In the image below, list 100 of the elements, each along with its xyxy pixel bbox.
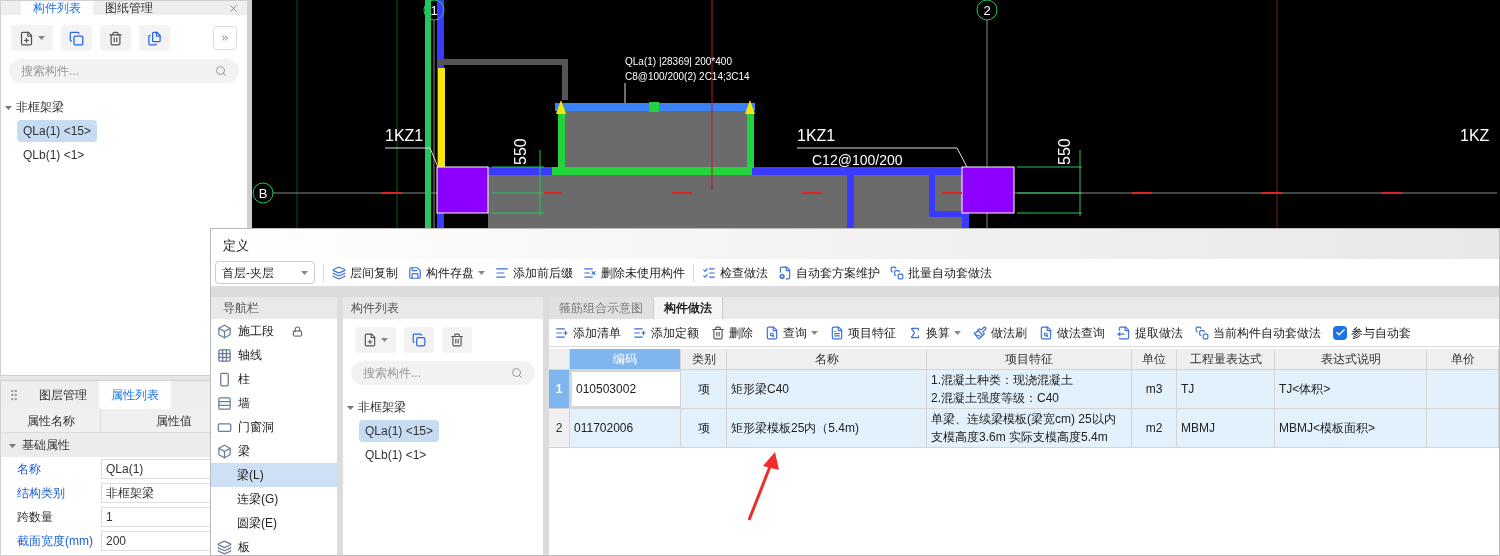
checkbox[interactable] <box>1333 325 1347 340</box>
search-field[interactable]: 搜索构件... <box>351 361 535 385</box>
cube-icon <box>217 443 232 459</box>
sigma-icon <box>908 325 922 340</box>
double-chevron-icon <box>220 33 230 43</box>
drawing-annotation: 1KZ1 <box>385 127 424 144</box>
column-header: 属性名称 <box>1 409 101 432</box>
tree-item[interactable]: QLb(1) <1> <box>17 144 91 166</box>
caret-icon <box>38 36 45 40</box>
lock-icon <box>292 325 303 337</box>
axis-marker-icon <box>423 0 445 21</box>
new-component-button[interactable] <box>355 327 396 353</box>
drawing-annotation: QLa(1) |28369| 200*400 <box>625 56 732 67</box>
panel-tab[interactable]: 图层管理 <box>27 381 99 409</box>
layers-icon <box>332 265 346 280</box>
tree-item[interactable]: QLa(1) <15> <box>17 120 98 142</box>
table-cell-text: 1.混凝土种类：现浇混凝土 2.混凝土强度等级：C40 <box>931 372 1073 407</box>
list-plus-icon <box>633 325 647 340</box>
panel-tab[interactable]: 构件列表 <box>21 1 93 15</box>
nav-item[interactable]: 施工段 <box>211 319 337 343</box>
toolbar-button[interactable]: 构件存盘 <box>408 263 485 282</box>
dropdown-caret-icon <box>478 270 485 275</box>
check-icon <box>1334 327 1346 338</box>
table-cell-text: 项 <box>697 420 710 437</box>
document-search-icon <box>765 325 779 340</box>
delete-button[interactable] <box>442 327 472 353</box>
toolbar-button[interactable]: 自动套方案维护 <box>778 263 880 282</box>
tree-group-label[interactable]: 非框架梁 <box>16 98 64 116</box>
document-search-icon <box>1039 325 1053 340</box>
tree-item[interactable]: QLa(1) <15> <box>359 420 440 442</box>
tree-group-label[interactable]: 非框架梁 <box>358 398 406 416</box>
stacked-squares-icon <box>890 265 904 280</box>
toolbar-button[interactable]: 检查做法 <box>702 263 768 282</box>
floor-dropdown[interactable]: 首层-夹层 <box>215 261 315 284</box>
toolbar-button[interactable]: 做法刷 <box>973 323 1027 342</box>
document-export-icon <box>1117 325 1131 340</box>
property-group-label: 基础属性 <box>22 437 70 454</box>
copy-button[interactable] <box>404 327 434 353</box>
table-cell-text: 单梁、连续梁模板(梁宽cm) 25以内 支模高度3.6m 实际支模高度5.4m <box>931 411 1116 446</box>
column-header[interactable]: 表达式说明 <box>1275 349 1427 369</box>
table-cell-text: 011702006 <box>574 420 634 437</box>
trash-icon <box>108 30 123 46</box>
column-header[interactable]: 工程量表达式 <box>1177 349 1275 369</box>
toolbar-button[interactable]: 层间复制 <box>332 263 398 282</box>
panel-tab[interactable]: 属性列表 <box>99 381 171 409</box>
column-header[interactable]: 单价 <box>1427 349 1499 369</box>
table-cell-text: MBMJ <box>1181 420 1215 437</box>
expand-caret-icon[interactable] <box>5 103 12 111</box>
search-icon <box>215 65 227 77</box>
column-header[interactable]: 名称 <box>727 349 927 369</box>
new-component-button[interactable] <box>11 25 53 51</box>
trash-icon <box>450 333 464 347</box>
toolbar-button[interactable]: 做法查询 <box>1039 323 1105 342</box>
drawing-annotation: C12@100/200 <box>812 152 903 168</box>
tree-item[interactable]: QLb(1) <1> <box>359 444 433 466</box>
brush-icon <box>973 325 987 340</box>
table-cell-text: 项 <box>697 381 710 398</box>
toolbar-button[interactable]: 提取做法 <box>1117 323 1183 342</box>
table-cell-text: 010503002 <box>576 381 637 398</box>
toolbar-button[interactable]: 添加前后缀 <box>495 263 573 282</box>
checkbox-label[interactable]: 参与自动套 <box>1351 323 1411 342</box>
toolbar-button[interactable]: 项目特征 <box>830 323 896 342</box>
property-name: 结构类别 <box>17 485 65 502</box>
rows-icon <box>217 395 232 411</box>
toolbar-button[interactable]: 删除未使用构件 <box>583 263 685 282</box>
table-cell-text: m3 <box>1145 381 1163 398</box>
column-header[interactable]: 类别 <box>681 349 727 369</box>
cube-icon <box>217 323 232 339</box>
toolbar-button[interactable]: 查询 <box>765 323 818 342</box>
toolbar-button[interactable]: 当前构件自动套做法 <box>1195 323 1321 342</box>
list-plus-icon <box>555 325 569 340</box>
column-header[interactable]: 项目特征 <box>927 349 1132 369</box>
toolbar-button[interactable]: 删除 <box>711 323 753 342</box>
delete-button[interactable] <box>100 25 131 51</box>
tab[interactable]: 构件做法 <box>654 297 723 319</box>
table-cell-text: TJ <box>1181 381 1195 398</box>
expand-caret-icon[interactable] <box>9 441 16 449</box>
duplicate-button[interactable] <box>139 25 170 51</box>
nav-item[interactable]: 轴线 <box>211 343 337 367</box>
expand-caret-icon[interactable] <box>347 403 354 411</box>
tab[interactable]: 箍筋组合示意图 <box>549 297 654 319</box>
nav-item[interactable]: 柱 <box>211 367 337 391</box>
toolbar-button[interactable]: 批量自动套做法 <box>890 263 992 282</box>
copy-button[interactable] <box>61 25 92 51</box>
drawing-annotation: 550 <box>512 138 529 165</box>
toolbar-button[interactable]: 添加清单 <box>555 323 621 342</box>
table-cell-text: TJ<体积> <box>1279 381 1331 398</box>
column-header[interactable]: 单位 <box>1132 349 1177 369</box>
toolbar-button[interactable]: 换算 <box>908 323 961 342</box>
close-icon[interactable] <box>228 3 239 14</box>
drawing-annotation: 550 <box>1056 138 1073 165</box>
nav-item[interactable]: 梁(L) <box>211 463 337 487</box>
caret-icon <box>381 338 388 342</box>
document-icon <box>830 325 844 340</box>
layers-icon <box>217 539 232 555</box>
toolbar-button[interactable]: 添加定额 <box>633 323 699 342</box>
row-number[interactable]: 2 <box>549 409 570 447</box>
search-field[interactable]: 搜索构件... <box>9 59 239 83</box>
dialog-title: 定义 <box>223 236 249 255</box>
panel-tab[interactable]: 图纸管理 <box>93 1 165 15</box>
